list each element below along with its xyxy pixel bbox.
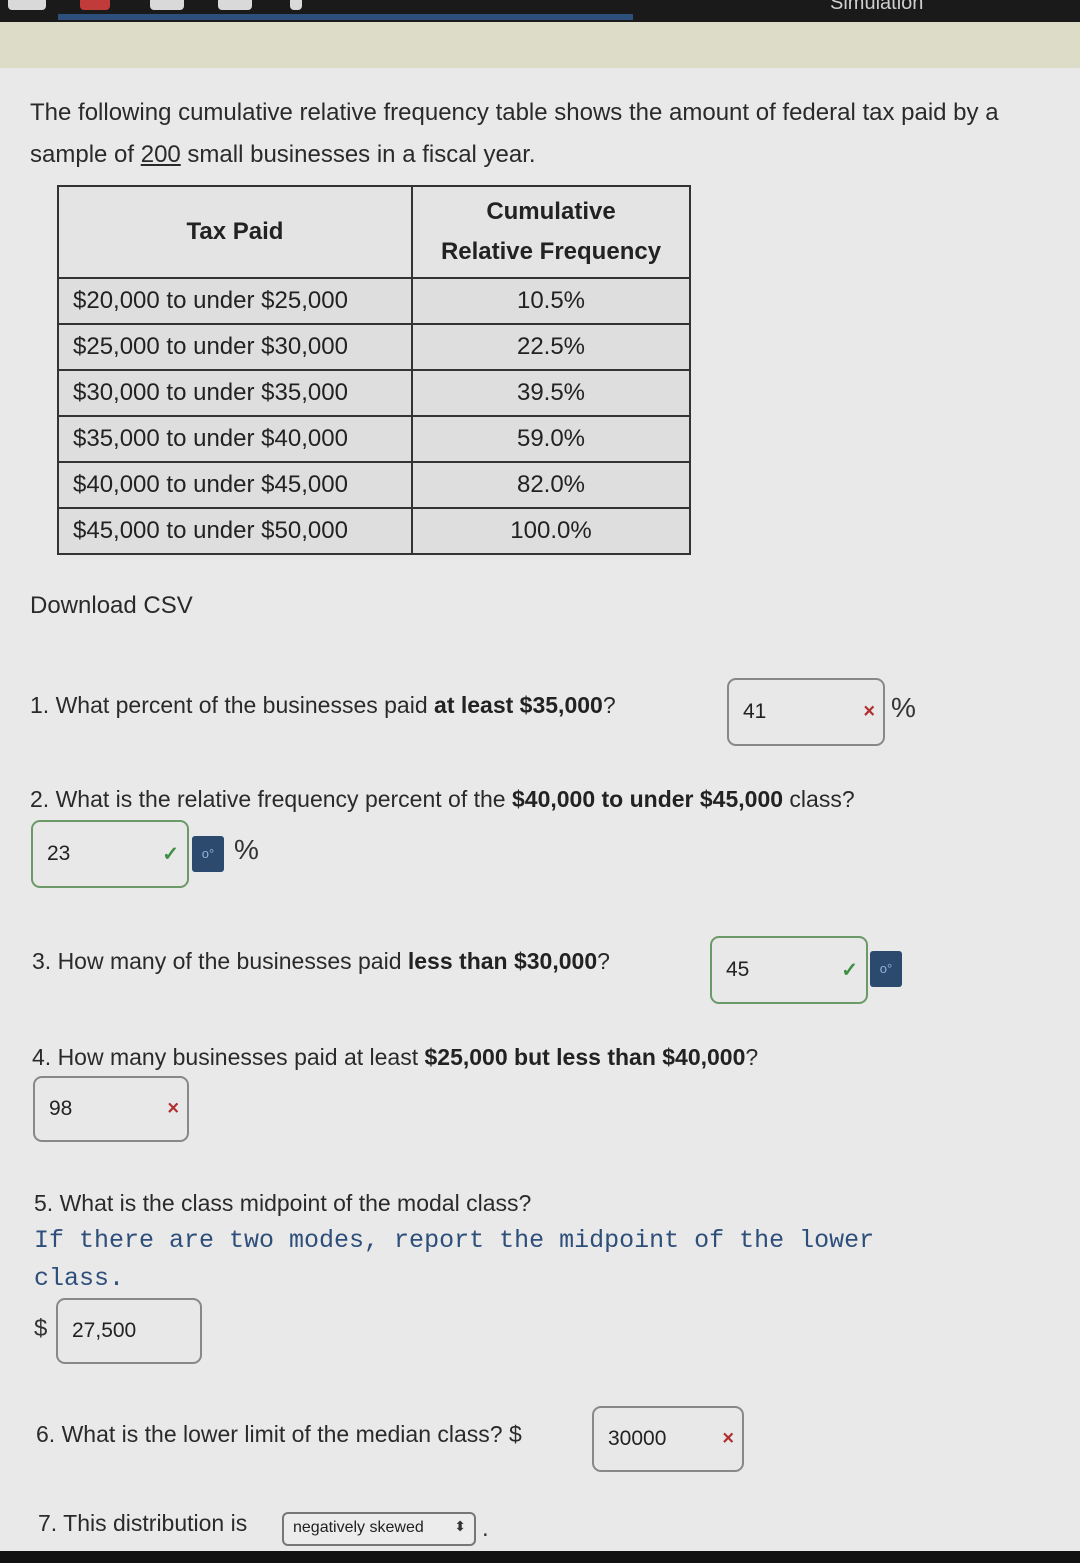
header-line-2: Relative Frequency [440, 238, 662, 265]
question-2: 2. What is the relative frequency percen… [30, 786, 855, 813]
header-cumulative-frequency: Cumulative Relative Frequency [411, 185, 691, 279]
question-1: 1. What percent of the businesses paid a… [30, 692, 616, 719]
tax-range: $25,000 to under $30,000 [57, 323, 413, 371]
top-tab[interactable] [290, 0, 302, 10]
incorrect-icon: × [722, 1427, 734, 1450]
q3-answer-input[interactable]: 45 ✓ [710, 936, 868, 1004]
q2-answer-value: 23 [47, 842, 71, 865]
top-tab[interactable] [8, 0, 46, 10]
top-bar: Simulation [0, 0, 1080, 22]
tax-range: $30,000 to under $35,000 [57, 369, 413, 417]
download-csv-link[interactable]: Download CSV [30, 592, 193, 620]
q5-hint: If there are two modes, report the midpo… [34, 1226, 875, 1293]
table-row: $40,000 to under $45,000 82.0% [57, 461, 691, 509]
q4-suffix: ? [745, 1044, 759, 1070]
top-tab[interactable] [150, 0, 184, 10]
q1-bold: at least $35,000 [434, 692, 603, 718]
q2-suffix: class? [783, 786, 855, 812]
check-icon: ✓ [841, 959, 858, 982]
question-5: 5. What is the class midpoint of the mod… [34, 1190, 532, 1216]
question-6: 6. What is the lower limit of the median… [36, 1421, 522, 1447]
q2-text: 2. What is the relative frequency percen… [30, 786, 512, 812]
percent-unit: % [234, 834, 259, 865]
problem-intro: The following cumulative relative freque… [30, 92, 1030, 176]
tax-range: $35,000 to under $40,000 [57, 415, 413, 463]
q3-answer-value: 45 [726, 958, 750, 981]
key-icon[interactable]: o° [192, 836, 224, 872]
percent-unit: % [891, 692, 916, 723]
tax-range: $45,000 to under $50,000 [57, 507, 413, 555]
top-tab[interactable] [80, 0, 110, 10]
table-header-row: Tax Paid Cumulative Relative Frequency [57, 185, 691, 279]
incorrect-icon: × [863, 700, 875, 723]
q4-answer-value: 98 [49, 1097, 73, 1120]
q6-answer-value: 30000 [608, 1427, 667, 1450]
header-tax-paid: Tax Paid [57, 185, 413, 279]
question-3: 3. How many of the businesses paid less … [32, 948, 610, 975]
q1-answer-value: 41 [743, 700, 767, 723]
cumulative-frequency: 10.5% [411, 277, 691, 325]
progress-strip [58, 14, 633, 20]
q1-answer-input[interactable]: 41 × [727, 678, 885, 746]
header-band [0, 22, 1080, 68]
sample-size: 200 [140, 141, 181, 168]
q3-text: 3. How many of the businesses paid [32, 948, 408, 974]
skew-select[interactable]: negatively skewed ⬍ [282, 1512, 476, 1546]
q3-suffix: ? [597, 948, 610, 974]
q5-answer-input[interactable]: 27,500 [56, 1298, 202, 1364]
q5-answer-value: 27,500 [72, 1319, 137, 1342]
frequency-table: Tax Paid Cumulative Relative Frequency $… [57, 185, 691, 555]
cumulative-frequency: 82.0% [411, 461, 691, 509]
cumulative-frequency: 100.0% [411, 507, 691, 555]
currency-symbol: $ [34, 1315, 48, 1342]
table-row: $35,000 to under $40,000 59.0% [57, 415, 691, 463]
tax-range: $40,000 to under $45,000 [57, 461, 413, 509]
table-row: $25,000 to under $30,000 22.5% [57, 323, 691, 371]
question-4: 4. How many businesses paid at least $25… [32, 1044, 758, 1071]
q3-bold: less than $30,000 [407, 948, 598, 974]
skew-select-value: negatively skewed [293, 1519, 424, 1536]
q1-text: 1. What percent of the businesses paid [30, 692, 435, 718]
top-tab[interactable] [218, 0, 252, 10]
table-row: $45,000 to under $50,000 100.0% [57, 507, 691, 555]
question-7: 7. This distribution is [38, 1510, 248, 1536]
table-row: $20,000 to under $25,000 10.5% [57, 277, 691, 325]
cumulative-frequency: 59.0% [411, 415, 691, 463]
check-icon: ✓ [162, 843, 179, 866]
trailing-period: . [482, 1515, 489, 1542]
q4-bold: $25,000 but less than $40,000 [424, 1044, 746, 1070]
chevron-updown-icon: ⬍ [454, 1518, 466, 1534]
q4-answer-input[interactable]: 98 × [33, 1076, 189, 1142]
simulation-label[interactable]: Simulation [830, 0, 923, 15]
intro-text-end: small businesses in a fiscal year. [180, 141, 536, 168]
q2-answer-input[interactable]: 23 ✓ [31, 820, 189, 888]
key-icon[interactable]: o° [870, 951, 902, 987]
incorrect-icon: × [167, 1097, 179, 1120]
table-row: $30,000 to under $35,000 39.5% [57, 369, 691, 417]
q6-answer-input[interactable]: 30000 × [592, 1406, 744, 1472]
q2-bold: $40,000 to under $45,000 [511, 786, 784, 812]
header-line-1: Cumulative [486, 198, 616, 225]
tax-range: $20,000 to under $25,000 [57, 277, 413, 325]
cumulative-frequency: 39.5% [411, 369, 691, 417]
cumulative-frequency: 22.5% [411, 323, 691, 371]
bottom-bar [0, 1551, 1080, 1563]
q4-text: 4. How many businesses paid at least [32, 1044, 425, 1070]
q1-suffix: ? [602, 692, 616, 718]
